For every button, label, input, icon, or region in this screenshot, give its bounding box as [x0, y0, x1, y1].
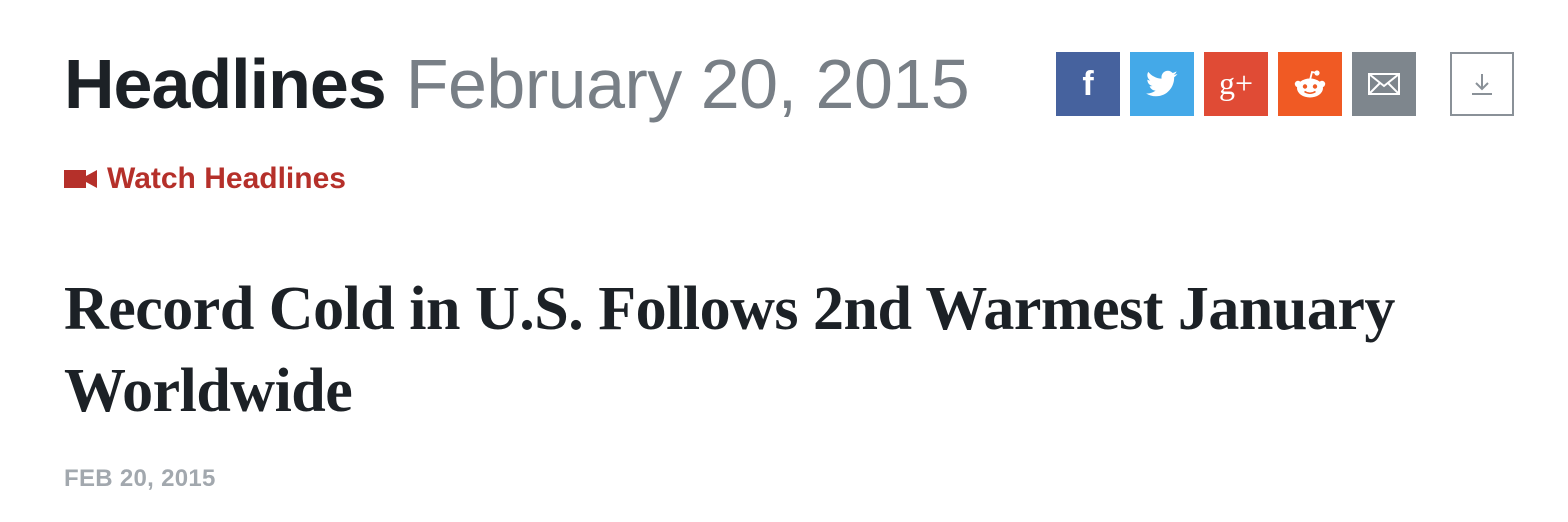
google-plus-share-button[interactable]: g+ — [1204, 52, 1268, 116]
download-button[interactable] — [1450, 52, 1514, 116]
reddit-icon — [1294, 70, 1326, 98]
email-share-button[interactable] — [1352, 52, 1416, 116]
page-header: Headlines February 20, 2015 — [64, 44, 970, 124]
download-icon — [1472, 74, 1492, 95]
twitter-share-button[interactable] — [1130, 52, 1194, 116]
story-headline[interactable]: Record Cold in U.S. Follows 2nd Warmest … — [64, 268, 1464, 432]
mail-icon — [1368, 73, 1400, 95]
twitter-icon — [1146, 70, 1178, 97]
google-plus-icon: g+ — [1218, 65, 1254, 101]
story-date: FEB 20, 2015 — [64, 465, 216, 492]
share-bar: f g+ — [1056, 52, 1416, 116]
facebook-share-button[interactable]: f — [1056, 52, 1120, 116]
page-title: Headlines — [64, 45, 387, 123]
header-date: February 20, 2015 — [405, 45, 970, 123]
video-camera-icon — [64, 170, 97, 188]
watch-headlines-link[interactable]: Watch Headlines — [64, 162, 346, 196]
watch-headlines-label: Watch Headlines — [107, 162, 346, 195]
reddit-share-button[interactable] — [1278, 52, 1342, 116]
facebook-icon: f — [1082, 65, 1094, 103]
